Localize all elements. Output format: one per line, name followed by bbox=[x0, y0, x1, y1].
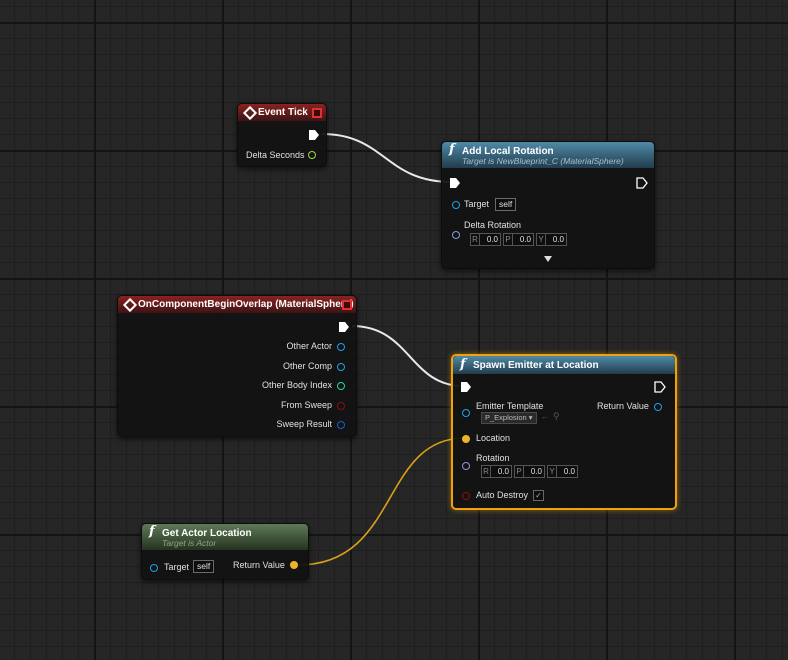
exec-out-pin[interactable] bbox=[654, 381, 666, 393]
sweep-result-pin[interactable] bbox=[337, 421, 345, 429]
emitter-template-dropdown[interactable]: P_Explosion ▾ bbox=[481, 412, 537, 424]
target-pin[interactable] bbox=[150, 564, 158, 572]
sweep-result-label: Sweep Result bbox=[276, 419, 332, 429]
browse-arrow-icon[interactable]: ← bbox=[541, 412, 549, 421]
spawn-emitter-header[interactable]: f Spawn Emitter at Location bbox=[453, 356, 675, 374]
function-icon: f bbox=[449, 142, 455, 157]
exec-out-pin[interactable] bbox=[636, 177, 648, 189]
return-value-label: Return Value bbox=[233, 560, 285, 570]
other-comp-label: Other Comp bbox=[282, 361, 332, 371]
event-tick-title: Event Tick bbox=[258, 107, 308, 118]
delta-rotation-label: Delta Rotation bbox=[464, 220, 522, 230]
other-actor-label: Other Actor bbox=[286, 341, 332, 351]
exec-in-pin[interactable] bbox=[460, 381, 472, 393]
location-pin[interactable] bbox=[462, 435, 470, 443]
from-sweep-label: From Sweep bbox=[280, 400, 332, 410]
get-actor-location-node[interactable]: f Get Actor Location Target is Actor Tar… bbox=[141, 523, 309, 580]
emitter-template-label: Emitter Template bbox=[476, 401, 544, 411]
target-self-field[interactable]: self bbox=[495, 198, 517, 211]
overlap-event-header[interactable]: OnComponentBeginOverlap (MaterialSphere) bbox=[118, 296, 356, 313]
exec-wire-tick-to-rotation[interactable] bbox=[321, 133, 453, 183]
event-diamond-icon bbox=[122, 297, 138, 313]
exec-in-pin[interactable] bbox=[449, 177, 461, 189]
vector-wire-location[interactable] bbox=[297, 437, 466, 566]
spawn-emitter-title: Spawn Emitter at Location bbox=[473, 360, 599, 371]
add-local-rotation-subtitle: Target is NewBlueprint_C (MaterialSphere… bbox=[462, 156, 624, 166]
rotation-y-field[interactable]: Y 0.0 bbox=[536, 233, 567, 246]
target-label: Target bbox=[164, 562, 190, 572]
auto-destroy-label: Auto Destroy bbox=[476, 490, 529, 500]
delta-seconds-label: Delta Seconds bbox=[246, 150, 305, 160]
other-actor-pin[interactable] bbox=[337, 343, 345, 351]
delta-rotation-pin[interactable] bbox=[452, 231, 460, 239]
event-diamond-icon bbox=[242, 105, 258, 121]
auto-destroy-checkbox[interactable]: ✓ bbox=[533, 490, 544, 501]
delta-seconds-pin[interactable] bbox=[308, 151, 316, 159]
event-tick-node[interactable]: Event Tick Delta Seconds bbox=[237, 103, 327, 167]
rotation-pin[interactable] bbox=[462, 462, 470, 470]
output-delegate-icon[interactable] bbox=[342, 300, 352, 310]
search-icon[interactable]: ⚲ bbox=[553, 411, 560, 422]
rotation-label: Rotation bbox=[476, 453, 510, 463]
overlap-event-title: OnComponentBeginOverlap (MaterialSphere) bbox=[138, 299, 354, 310]
other-body-index-pin[interactable] bbox=[337, 382, 345, 390]
event-tick-header[interactable]: Event Tick bbox=[238, 104, 326, 121]
auto-destroy-pin[interactable] bbox=[462, 492, 470, 500]
return-value-label: Return Value bbox=[597, 401, 649, 411]
target-self-field[interactable]: self bbox=[193, 560, 215, 573]
other-comp-pin[interactable] bbox=[337, 363, 345, 371]
rotation-p-field[interactable]: P 0.0 bbox=[503, 233, 534, 246]
add-local-rotation-node[interactable]: f Add Local Rotation Target is NewBluepr… bbox=[441, 141, 655, 269]
spawn-emitter-node[interactable]: f Spawn Emitter at Location Emitter Temp… bbox=[451, 354, 677, 510]
overlap-event-node[interactable]: OnComponentBeginOverlap (MaterialSphere)… bbox=[117, 295, 357, 437]
function-icon: f bbox=[460, 357, 466, 372]
exec-out-pin[interactable] bbox=[308, 129, 320, 141]
get-actor-location-subtitle: Target is Actor bbox=[162, 538, 217, 548]
add-local-rotation-header[interactable]: f Add Local Rotation Target is NewBluepr… bbox=[442, 142, 654, 168]
exec-out-pin[interactable] bbox=[338, 321, 350, 333]
rotation-r-field[interactable]: R 0.0 bbox=[481, 465, 512, 478]
return-value-pin[interactable] bbox=[290, 561, 298, 569]
function-icon: f bbox=[149, 524, 155, 539]
emitter-template-pin[interactable] bbox=[462, 409, 470, 417]
rotation-r-field[interactable]: R 0.0 bbox=[470, 233, 501, 246]
location-label: Location bbox=[476, 433, 511, 443]
rotation-y-field[interactable]: Y 0.0 bbox=[547, 465, 578, 478]
from-sweep-pin[interactable] bbox=[337, 402, 345, 410]
chevron-down-icon[interactable] bbox=[543, 255, 553, 263]
other-body-index-label: Other Body Index bbox=[261, 380, 332, 390]
target-label: Target bbox=[464, 199, 490, 209]
rotation-p-field[interactable]: P 0.0 bbox=[514, 465, 545, 478]
exec-wire-overlap-to-spawn[interactable] bbox=[351, 325, 464, 387]
get-actor-location-header[interactable]: f Get Actor Location Target is Actor bbox=[142, 524, 308, 550]
output-delegate-icon[interactable] bbox=[312, 108, 322, 118]
return-value-pin[interactable] bbox=[654, 403, 662, 411]
target-pin[interactable] bbox=[452, 201, 460, 209]
